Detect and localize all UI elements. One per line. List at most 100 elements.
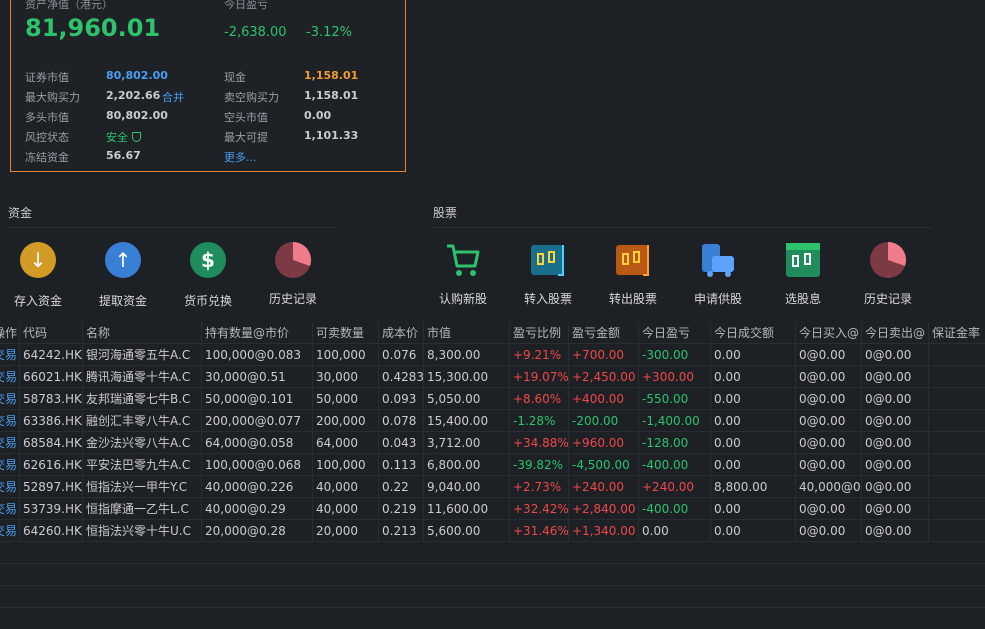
dividend-option-button[interactable]: 选股息 — [768, 240, 838, 307]
cell-today-sell-col: 0@0.00 — [862, 520, 929, 542]
trade-link[interactable]: 交易 — [0, 476, 20, 498]
table-row[interactable]: 交易53739.HK恒指摩通一乙牛L.C40,000@0.2940,0000.2… — [0, 498, 985, 520]
trade-link[interactable]: 交易 — [0, 388, 20, 410]
cell-pnl-pct-col: -39.82% — [510, 454, 569, 476]
header-today-sell-col[interactable]: 今日卖出@ — [862, 322, 929, 344]
rights-issue-button[interactable]: 申请供股 — [683, 240, 753, 307]
cell-today-sell-col: 0@0.00 — [862, 454, 929, 476]
trade-link[interactable]: 交易 — [0, 520, 20, 542]
table-row[interactable]: 交易64260.HK恒指法兴零十牛U.C20,000@0.2820,0000.2… — [0, 520, 985, 542]
cell-cost-col: 0.213 — [379, 520, 424, 542]
table-header: 操作代码名称持有数量@市价可卖数量成本价市值盈亏比例盈亏金额今日盈亏今日成交额今… — [0, 322, 985, 344]
cell-name-col: 腾讯海通零十牛A.C — [83, 366, 202, 388]
cell-cost-col: 0.22 — [379, 476, 424, 498]
table-row[interactable]: 交易58783.HK友邦瑞通零七牛B.C50,000@0.10150,0000.… — [0, 388, 985, 410]
shield-icon — [132, 132, 141, 142]
cell-margin-col — [929, 520, 985, 542]
cell-today-sell-col: 0@0.00 — [862, 388, 929, 410]
transfer-in-button[interactable]: 转入股票 — [513, 240, 583, 307]
cell-pnl-pct-col: +9.21% — [510, 344, 569, 366]
header-pnl-pct-col[interactable]: 盈亏比例 — [510, 322, 569, 344]
cell-code-col: 64260.HK — [20, 520, 83, 542]
header-today-turnover-col[interactable]: 今日成交额 — [711, 322, 796, 344]
more-link[interactable]: 更多... — [224, 149, 257, 165]
cell-cost-col: 0.093 — [379, 388, 424, 410]
table-row[interactable]: 交易52897.HK恒指法兴一甲牛Y.C40,000@0.22640,0000.… — [0, 476, 985, 498]
cell-pnl-amount-col: +1,340.00 — [569, 520, 639, 542]
cell-market-value-col: 8,300.00 — [424, 344, 510, 366]
today-pnl-percent: -3.12% — [306, 25, 352, 40]
cell-holding-col: 100,000@0.068 — [202, 454, 313, 476]
cell-today-pnl-col: -1,400.00 — [639, 410, 711, 432]
stocks-history-button[interactable]: 历史记录 — [853, 240, 923, 307]
cell-market-value-col: 9,040.00 — [424, 476, 510, 498]
cell-pnl-pct-col: +31.46% — [510, 520, 569, 542]
cell-today-turnover-col: 0.00 — [711, 454, 796, 476]
cell-name-col: 恒指法兴一甲牛Y.C — [83, 476, 202, 498]
header-name-col[interactable]: 名称 — [83, 322, 202, 344]
today-pnl-label: 今日盈亏 — [224, 0, 268, 11]
funds-history-button[interactable]: 历史记录 — [258, 240, 328, 307]
cell-market-value-col: 5,600.00 — [424, 520, 510, 542]
cell-today-pnl-col: +300.00 — [639, 366, 711, 388]
deposit-button[interactable]: ↓ 存入资金 — [3, 240, 73, 309]
cell-today-turnover-col: 0.00 — [711, 520, 796, 542]
cell-today-turnover-col: 0.00 — [711, 366, 796, 388]
cell-today-turnover-col: 8,800.00 — [711, 476, 796, 498]
cell-name-col: 友邦瑞通零七牛B.C — [83, 388, 202, 410]
trade-link[interactable]: 交易 — [0, 344, 20, 366]
cell-pnl-amount-col: -200.00 — [569, 410, 639, 432]
max-withdrawable-label: 最大可提 — [224, 131, 268, 144]
cell-sellable-col: 100,000 — [313, 454, 379, 476]
cell-pnl-amount-col: +2,840.00 — [569, 498, 639, 520]
cell-code-col: 66021.HK — [20, 366, 83, 388]
cell-name-col: 平安法巴零九牛A.C — [83, 454, 202, 476]
table-row[interactable]: 交易62616.HK平安法巴零九牛A.C100,000@0.068100,000… — [0, 454, 985, 476]
cell-today-buy-col: 0@0.00 — [796, 454, 862, 476]
header-action-col[interactable]: 操作 — [0, 322, 20, 344]
table-row[interactable]: 交易63386.HK融创汇丰零八牛A.C200,000@0.077200,000… — [0, 410, 985, 432]
cell-margin-col — [929, 410, 985, 432]
cell-today-sell-col: 0@0.00 — [862, 476, 929, 498]
table-row[interactable]: 交易68584.HK金沙法兴零八牛A.C64,000@0.05864,0000.… — [0, 432, 985, 454]
cell-holding-col: 40,000@0.226 — [202, 476, 313, 498]
header-cost-col[interactable]: 成本价 — [379, 322, 424, 344]
merge-link[interactable]: 合并 — [162, 89, 184, 105]
cell-code-col: 63386.HK — [20, 410, 83, 432]
cell-today-pnl-col: -400.00 — [639, 454, 711, 476]
cell-margin-col — [929, 454, 985, 476]
header-today-pnl-col[interactable]: 今日盈亏 — [639, 322, 711, 344]
cell-cost-col: 0.219 — [379, 498, 424, 520]
transfer-out-button[interactable]: 转出股票 — [598, 240, 668, 307]
withdraw-button[interactable]: ↑ 提取资金 — [88, 240, 158, 309]
cell-name-col: 金沙法兴零八牛A.C — [83, 432, 202, 454]
header-holding-col[interactable]: 持有数量@市价 — [202, 322, 313, 344]
subscribe-ipo-button[interactable]: 认购新股 — [428, 240, 498, 307]
header-code-col[interactable]: 代码 — [20, 322, 83, 344]
header-today-buy-col[interactable]: 今日买入@ — [796, 322, 862, 344]
short-buying-power-value: 1,158.01 — [304, 89, 359, 102]
cell-pnl-amount-col: +240.00 — [569, 476, 639, 498]
cell-today-pnl-col: -400.00 — [639, 498, 711, 520]
trade-link[interactable]: 交易 — [0, 366, 20, 388]
table-row[interactable]: 交易64242.HK银河海通零五牛A.C100,000@0.083100,000… — [0, 344, 985, 366]
transfer-out-icon — [616, 245, 649, 276]
cell-pnl-amount-col: +2,450.00 — [569, 366, 639, 388]
today-pnl-amount: -2,638.00 — [224, 25, 287, 40]
header-market-value-col[interactable]: 市值 — [424, 322, 510, 344]
trade-link[interactable]: 交易 — [0, 410, 20, 432]
trade-link[interactable]: 交易 — [0, 432, 20, 454]
header-pnl-amount-col[interactable]: 盈亏金额 — [569, 322, 639, 344]
table-row[interactable]: 交易66021.HK腾讯海通零十牛A.C30,000@0.5130,0000.4… — [0, 366, 985, 388]
cell-today-turnover-col: 0.00 — [711, 432, 796, 454]
trade-link[interactable]: 交易 — [0, 454, 20, 476]
header-margin-col[interactable]: 保证金率 — [929, 322, 985, 344]
currency-exchange-button[interactable]: $ 货币兑换 — [173, 240, 243, 309]
header-sellable-col[interactable]: 可卖数量 — [313, 322, 379, 344]
cell-pnl-amount-col: +700.00 — [569, 344, 639, 366]
cell-market-value-col: 11,600.00 — [424, 498, 510, 520]
cell-today-buy-col: 0@0.00 — [796, 498, 862, 520]
cell-pnl-pct-col: +19.07% — [510, 366, 569, 388]
trade-link[interactable]: 交易 — [0, 498, 20, 520]
net-assets-value: 81,960.01 — [25, 14, 161, 42]
